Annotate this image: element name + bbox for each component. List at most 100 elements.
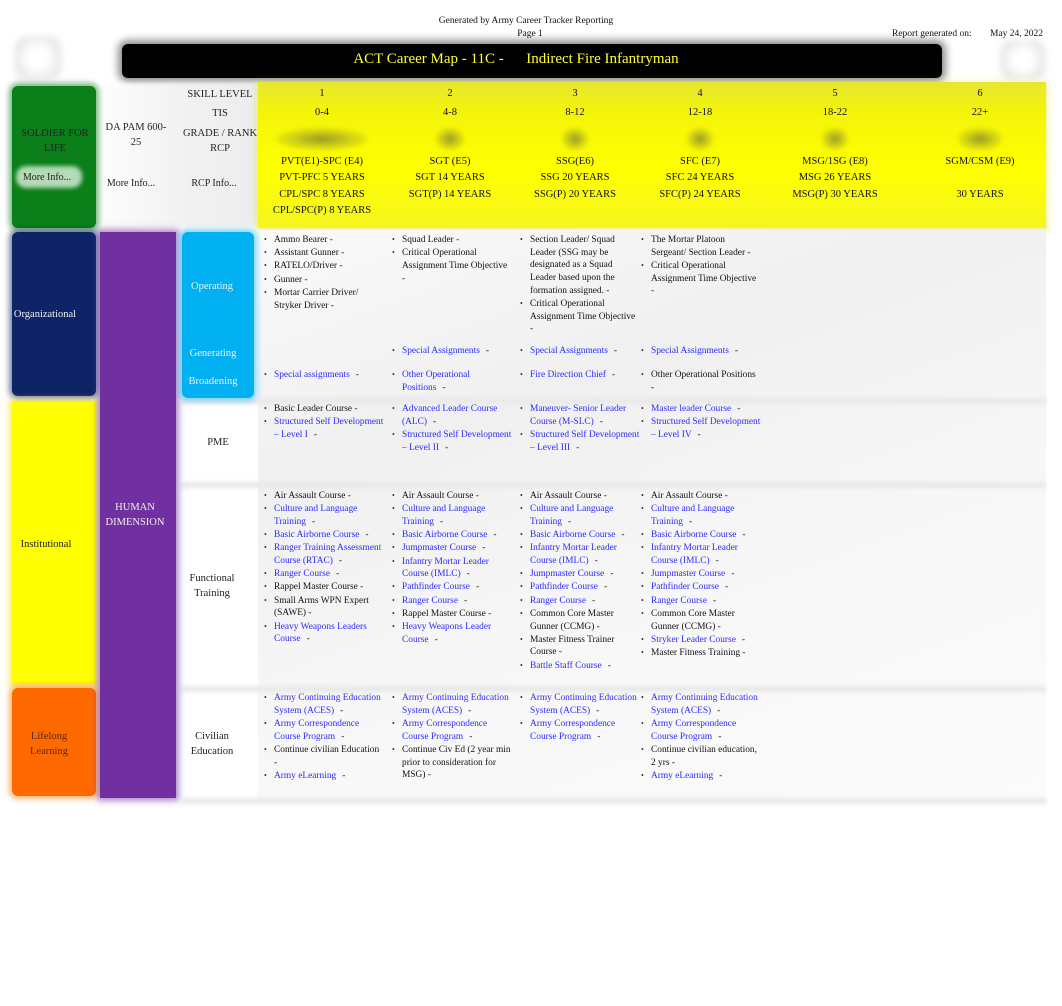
course-link[interactable]: Structured Self Development – Level I — [274, 417, 383, 440]
list-item[interactable]: Basic Airborne Course- — [520, 529, 640, 542]
course-link[interactable]: Pathfinder Course — [651, 582, 719, 592]
list-item[interactable]: Special Assignments- — [392, 345, 512, 358]
course-link[interactable]: Culture and Language Training — [651, 504, 734, 527]
list-item[interactable]: Pathfinder Course- — [520, 581, 640, 594]
course-link[interactable]: Army Continuing Education System (ACES) — [274, 693, 381, 716]
list-item[interactable]: Ranger Course- — [641, 595, 761, 608]
list-item[interactable]: Battle Staff Course- — [520, 660, 640, 673]
sfl-more-info-link[interactable]: More Info... — [14, 170, 80, 185]
list-item[interactable]: Ranger Course- — [520, 595, 640, 608]
list-item[interactable]: Infantry Mortar Leader Course (IMLC)- — [520, 542, 640, 567]
list-item[interactable]: Fire Direction Chief- — [520, 369, 640, 382]
list-item[interactable]: Culture and Language Training- — [264, 503, 384, 528]
list-item[interactable]: Jumpmaster Course- — [641, 568, 761, 581]
list-item[interactable]: Maneuver- Senior Leader Course (M-SLC)- — [520, 403, 640, 428]
list-item[interactable]: Pathfinder Course- — [392, 581, 512, 594]
course-link[interactable]: Basic Airborne Course — [402, 530, 487, 540]
course-link[interactable]: Basic Airborne Course — [530, 530, 615, 540]
course-link[interactable]: Ranger Course — [274, 569, 330, 579]
list-item[interactable]: Culture and Language Training- — [641, 503, 761, 528]
course-link[interactable]: Special Assignments — [530, 346, 608, 356]
course-link[interactable]: Ranger Course — [402, 596, 458, 606]
course-link[interactable]: Army Correspondence Course Program — [402, 719, 487, 742]
list-item[interactable]: Army eLearning- — [264, 770, 384, 783]
list-item[interactable]: Army Continuing Education System (ACES)- — [520, 692, 640, 717]
list-item[interactable]: Structured Self Development – Level II- — [392, 429, 512, 454]
list-item[interactable]: Heavy Weapons Leader Course- — [392, 621, 512, 646]
course-link[interactable]: Infantry Mortar Leader Course (IMLC) — [402, 557, 489, 580]
list-item[interactable]: Basic Airborne Course- — [264, 529, 384, 542]
list-item[interactable]: Special Assignments- — [641, 345, 761, 358]
list-item[interactable]: Army Continuing Education System (ACES)- — [641, 692, 761, 717]
list-item[interactable]: Other Operational Positions- — [392, 369, 512, 394]
course-link[interactable]: Culture and Language Training — [274, 504, 357, 527]
list-item[interactable]: Structured Self Development – Level I- — [264, 416, 384, 441]
course-link[interactable]: Maneuver- Senior Leader Course (M-SLC) — [530, 404, 626, 427]
list-item[interactable]: Structured Self Development – Level IV- — [641, 416, 761, 441]
list-item[interactable]: Jumpmaster Course- — [520, 568, 640, 581]
list-item[interactable]: Ranger Course- — [264, 568, 384, 581]
course-link[interactable]: Ranger Course — [530, 596, 586, 606]
list-item[interactable]: Special assignments- — [264, 369, 384, 382]
course-link[interactable]: Army Continuing Education System (ACES) — [402, 693, 509, 716]
course-link[interactable]: Pathfinder Course — [402, 582, 470, 592]
course-link[interactable]: Stryker Leader Course — [651, 635, 736, 645]
course-link[interactable]: Battle Staff Course — [530, 661, 602, 671]
course-link[interactable]: Basic Airborne Course — [274, 530, 359, 540]
list-item[interactable]: Pathfinder Course- — [641, 581, 761, 594]
list-item[interactable]: Army Continuing Education System (ACES)- — [392, 692, 512, 717]
course-link[interactable]: Structured Self Development – Level IV — [651, 417, 760, 440]
course-link[interactable]: Advanced Leader Course (ALC) — [402, 404, 497, 427]
course-link[interactable]: Structured Self Development – Level II — [402, 430, 511, 453]
course-link[interactable]: Army eLearning — [651, 771, 713, 781]
list-item[interactable]: Culture and Language Training- — [392, 503, 512, 528]
rcp-info-link[interactable]: RCP Info... — [178, 176, 250, 191]
list-item[interactable]: Culture and Language Training- — [520, 503, 640, 528]
list-item[interactable]: Stryker Leader Course- — [641, 634, 761, 647]
list-item[interactable]: Basic Airborne Course- — [392, 529, 512, 542]
list-item[interactable]: Army eLearning- — [641, 770, 761, 783]
list-item[interactable]: Army Correspondence Course Program- — [520, 718, 640, 743]
course-link[interactable]: Basic Airborne Course — [651, 530, 736, 540]
course-link[interactable]: Heavy Weapons Leaders Course — [274, 622, 367, 645]
list-item[interactable]: Master leader Course- — [641, 403, 761, 416]
list-item[interactable]: Ranger Training Assessment Course (RTAC)… — [264, 542, 384, 567]
list-item[interactable]: Basic Airborne Course- — [641, 529, 761, 542]
list-item[interactable]: Ranger Course- — [392, 595, 512, 608]
course-link[interactable]: Special assignments — [274, 370, 350, 380]
course-link[interactable]: Infantry Mortar Leader Course (IMLC) — [530, 543, 617, 566]
list-item[interactable]: Infantry Mortar Leader Course (IMLC)- — [392, 556, 512, 581]
list-item[interactable]: Army Correspondence Course Program- — [641, 718, 761, 743]
course-link[interactable]: Army Correspondence Course Program — [530, 719, 615, 742]
list-item[interactable]: Army Correspondence Course Program- — [392, 718, 512, 743]
course-link[interactable]: Army Continuing Education System (ACES) — [530, 693, 637, 716]
course-link[interactable]: Other Operational Positions — [402, 370, 470, 393]
course-link[interactable]: Ranger Course — [651, 596, 707, 606]
course-link[interactable]: Army Continuing Education System (ACES) — [651, 693, 758, 716]
course-link[interactable]: Ranger Training Assessment Course (RTAC) — [274, 543, 381, 566]
course-link[interactable]: Special Assignments — [402, 346, 480, 356]
list-item[interactable]: Special Assignments- — [520, 345, 640, 358]
course-link[interactable]: Army Correspondence Course Program — [274, 719, 359, 742]
da-pam-more-info-link[interactable]: More Info... — [100, 176, 162, 191]
course-link[interactable]: Fire Direction Chief — [530, 370, 606, 380]
course-link[interactable]: Infantry Mortar Leader Course (IMLC) — [651, 543, 738, 566]
course-link[interactable]: Army Correspondence Course Program — [651, 719, 736, 742]
course-link[interactable]: Heavy Weapons Leader Course — [402, 622, 491, 645]
course-link[interactable]: Jumpmaster Course — [530, 569, 604, 579]
course-link[interactable]: Special Assignments — [651, 346, 729, 356]
course-link[interactable]: Culture and Language Training — [402, 504, 485, 527]
course-link[interactable]: Master leader Course — [651, 404, 731, 414]
list-item[interactable]: Structured Self Development – Level III- — [520, 429, 640, 454]
course-link[interactable]: Army eLearning — [274, 771, 336, 781]
course-link[interactable]: Pathfinder Course — [530, 582, 598, 592]
course-link[interactable]: Structured Self Development – Level III — [530, 430, 639, 453]
list-item[interactable]: Advanced Leader Course (ALC)- — [392, 403, 512, 428]
list-item[interactable]: Army Continuing Education System (ACES)- — [264, 692, 384, 717]
list-item[interactable]: Heavy Weapons Leaders Course- — [264, 621, 384, 646]
course-link[interactable]: Culture and Language Training — [530, 504, 613, 527]
course-link[interactable]: Jumpmaster Course — [402, 543, 476, 553]
list-item[interactable]: Jumpmaster Course- — [392, 542, 512, 555]
list-item[interactable]: Army Correspondence Course Program- — [264, 718, 384, 743]
list-item[interactable]: Infantry Mortar Leader Course (IMLC)- — [641, 542, 761, 567]
